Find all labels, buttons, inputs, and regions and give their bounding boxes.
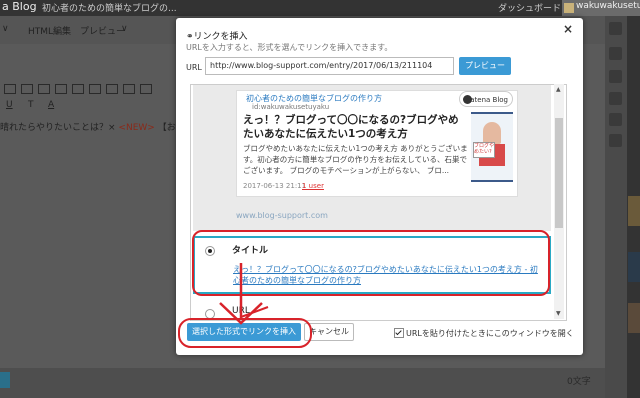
- hatena-icon: [463, 95, 472, 104]
- hatena-logo[interactable]: a Blog: [2, 0, 37, 13]
- editor-footer: 0文字: [0, 368, 605, 398]
- user-name: wakuwakusetuyaku: [576, 1, 640, 11]
- quote-icon[interactable]: [38, 84, 50, 94]
- url-input[interactable]: http://www.blog-support.com/entry/2017/0…: [205, 57, 454, 75]
- numbered-list-icon[interactable]: [21, 84, 33, 94]
- thumbnail-sign: ブログやめたい?: [473, 142, 495, 158]
- new-badge: <NEW>: [118, 123, 155, 133]
- close-icon[interactable]: ×: [563, 22, 573, 36]
- document-icon[interactable]: [609, 113, 622, 126]
- photo-thumbnail[interactable]: [628, 196, 640, 226]
- tab-preview[interactable]: プレビュー: [80, 24, 125, 37]
- dialog-subtitle: URLを入力すると、形式を選んでリンクを挿入できます。: [186, 43, 393, 52]
- user-menu[interactable]: wakuwakusetuyaku: [562, 0, 640, 16]
- open-on-paste-label: URLを貼り付けたときにこのウィンドウを開く: [406, 329, 574, 338]
- card-site: www.blog-support.com: [236, 211, 328, 220]
- embed-icon[interactable]: [123, 84, 135, 94]
- dashboard-link[interactable]: ダッシュボード: [498, 1, 561, 14]
- photo-icon[interactable]: [609, 47, 622, 60]
- annotation-arrows: [219, 263, 269, 325]
- photo-thumbnail[interactable]: [628, 303, 640, 333]
- card-blog-id: id:wakuwakusetuyaku: [252, 103, 330, 111]
- link-icon[interactable]: [55, 84, 67, 94]
- hatena-badge: Hatena Blog: [459, 91, 513, 107]
- gear-icon[interactable]: [609, 92, 622, 105]
- font-size-icon[interactable]: T: [28, 100, 34, 110]
- table-icon[interactable]: [89, 84, 101, 94]
- plus-icon[interactable]: [609, 134, 622, 147]
- scrollbar-thumb[interactable]: [555, 118, 563, 228]
- folder-icon[interactable]: [609, 70, 622, 83]
- url-label: URL: [186, 63, 202, 72]
- card-description: ブログやめたいあなたに伝えたい1つの考え方 ありがとうございます。初心者の方に簡…: [243, 144, 468, 175]
- collapse-icon[interactable]: [609, 22, 622, 35]
- photo-thumbnail[interactable]: [628, 252, 640, 282]
- dialog-title: ⚭リンクを挿入: [186, 29, 248, 42]
- avatar: [564, 3, 574, 13]
- char-count: 0文字: [567, 377, 591, 387]
- list-icon[interactable]: [4, 84, 16, 94]
- editor-content[interactable]: 晴れたらやりたいことは？× <NEW> 【お知ら: [0, 120, 194, 133]
- preview-button[interactable]: プレビュー: [459, 57, 511, 75]
- image-icon[interactable]: [72, 84, 84, 94]
- card-date: 2017-06-13 21:11: [243, 182, 307, 190]
- scroll-up-icon[interactable]: ▲: [556, 86, 561, 93]
- underline-icon[interactable]: U: [6, 100, 13, 110]
- top-bar: a Blog 初心者のための簡単なブログの... ダッシュボード wakuwak…: [0, 0, 640, 16]
- link-icon: ⚭: [186, 32, 194, 42]
- person-image: [483, 122, 501, 144]
- card-thumbnail: ブログやめたい?: [471, 112, 513, 182]
- card-users[interactable]: 1 user: [302, 182, 324, 190]
- tab-html-edit[interactable]: HTML編集: [28, 24, 71, 37]
- open-on-paste-checkbox[interactable]: [394, 328, 404, 338]
- chevron-down-icon[interactable]: ∨: [121, 24, 128, 34]
- blog-name-dropdown[interactable]: 初心者のための簡単なブログの...: [42, 1, 177, 14]
- content-text: 晴れたらやりたいことは？×: [0, 123, 116, 133]
- chevron-down-icon[interactable]: ∨: [2, 24, 9, 34]
- sidebar-toggle-button[interactable]: [0, 372, 10, 388]
- widget-icon[interactable]: [140, 84, 152, 94]
- scroll-down-icon[interactable]: ▼: [556, 310, 561, 317]
- cancel-button[interactable]: キャンセル: [304, 323, 354, 341]
- dialog-title-text: リンクを挿入: [193, 32, 248, 42]
- font-color-icon[interactable]: A: [48, 100, 54, 110]
- card-title: えっ！？ブログって〇〇になるの?ブログやめたいあなたに伝えたい1つの考え方: [243, 114, 459, 140]
- code-icon[interactable]: [106, 84, 118, 94]
